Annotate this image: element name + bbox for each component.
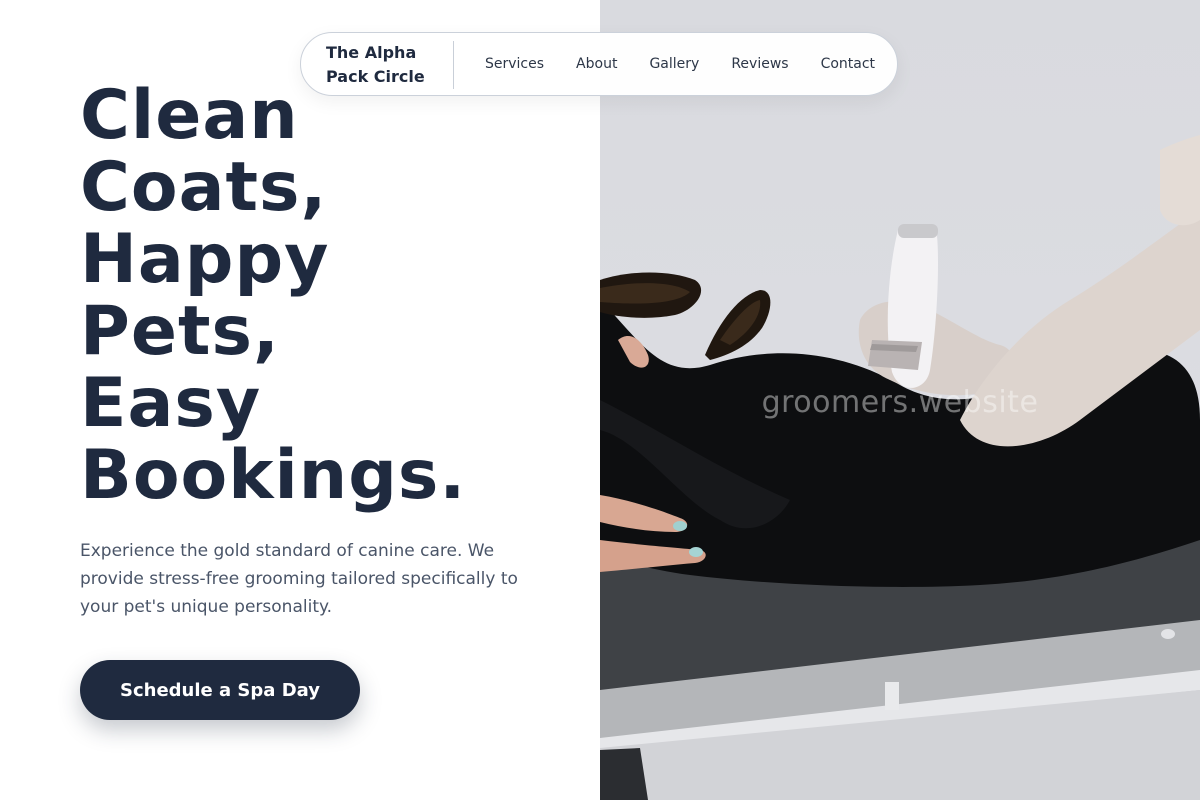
photo-watermark: groomers.website — [761, 385, 1039, 420]
nav-link-about[interactable]: About — [560, 56, 633, 72]
headline-line: Happy — [80, 220, 330, 299]
headline-line: Bookings. — [80, 436, 467, 515]
brand-name-line: The Alpha — [326, 43, 417, 62]
brand-name-line: Pack Circle — [326, 67, 425, 86]
nav-link-reviews[interactable]: Reviews — [715, 56, 804, 72]
hero-description: Experience the gold standard of canine c… — [80, 541, 518, 617]
hero-photo-dog-grooming: groomers.website — [600, 0, 1200, 800]
schedule-spa-day-button[interactable]: Schedule a Spa Day — [80, 660, 360, 720]
nav-link-contact[interactable]: Contact — [805, 56, 891, 72]
headline-line: Easy — [80, 364, 262, 443]
landing-page: Clean Coats, Happy Pets, Easy Bookings. … — [0, 0, 1200, 800]
headline-line: Pets, — [80, 292, 280, 371]
nav-links: Services About Gallery Reviews Contact — [469, 33, 891, 95]
nav-link-gallery[interactable]: Gallery — [633, 56, 715, 72]
nav-divider — [453, 41, 454, 89]
hero-headline: Clean Coats, Happy Pets, Easy Bookings. — [80, 80, 580, 512]
hero-content: Clean Coats, Happy Pets, Easy Bookings. … — [0, 0, 600, 800]
top-navigation: The Alpha Pack Circle Services About Gal… — [300, 32, 898, 96]
nav-link-services[interactable]: Services — [469, 56, 560, 72]
headline-line: Coats, — [80, 148, 328, 227]
brand-logo[interactable]: The Alpha Pack Circle — [326, 41, 446, 89]
